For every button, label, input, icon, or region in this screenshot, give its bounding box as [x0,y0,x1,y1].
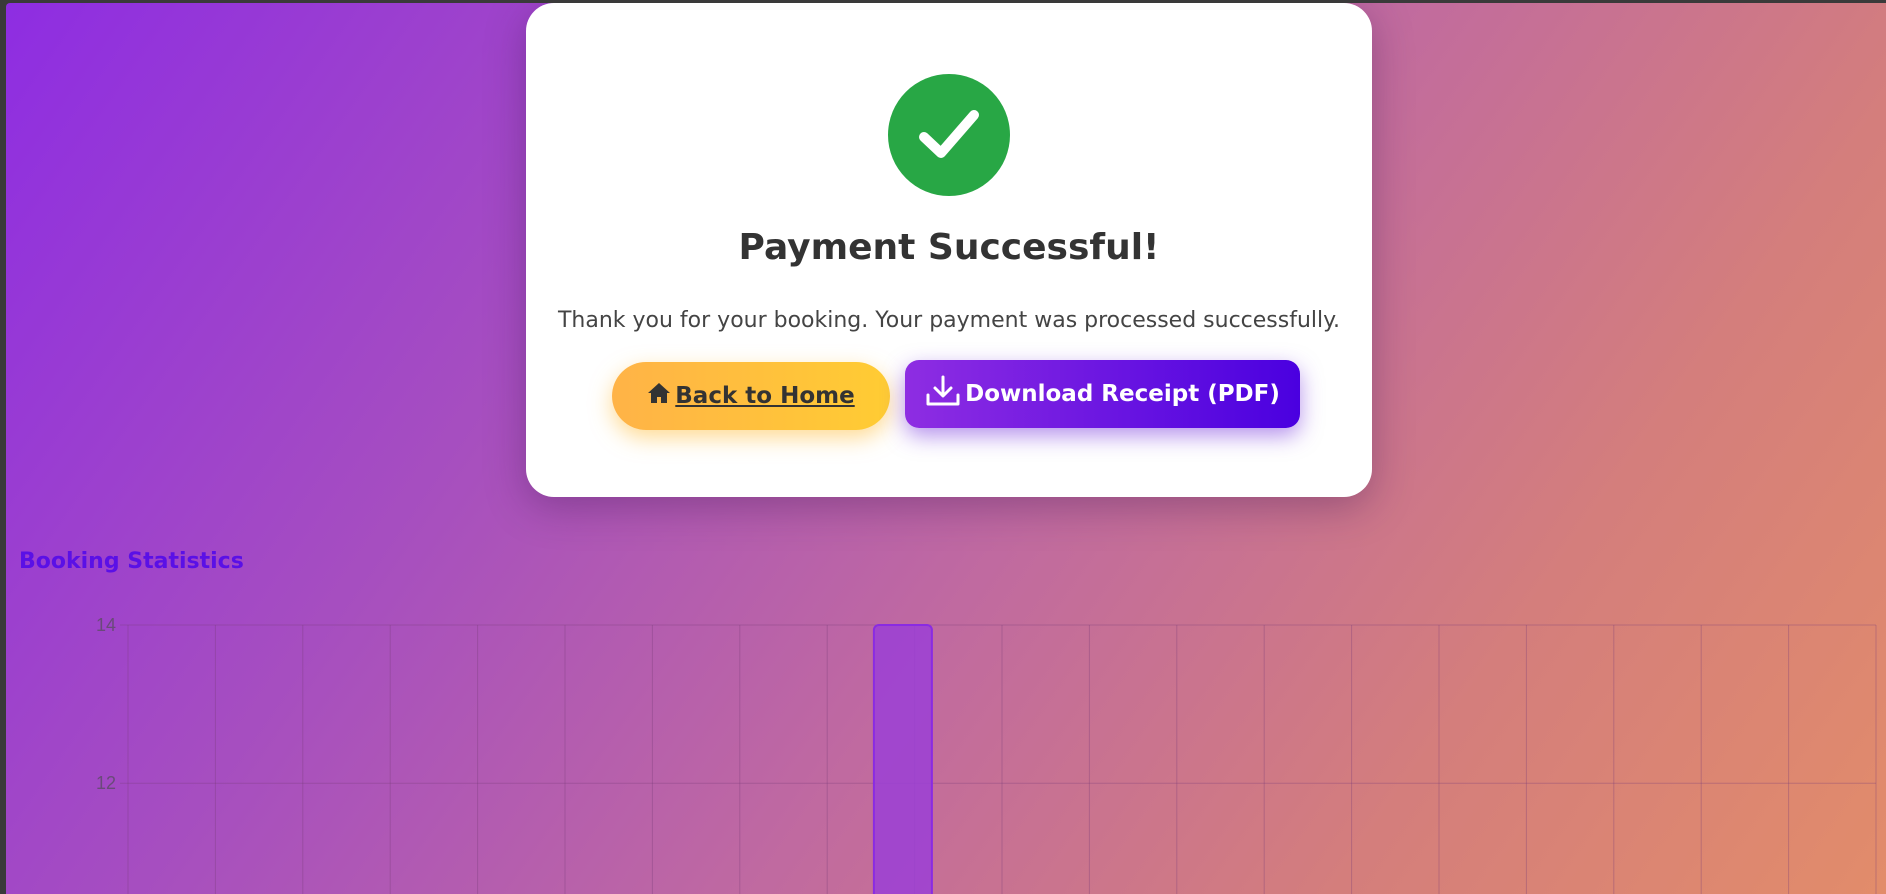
y-tick-label: 12 [96,773,116,793]
download-receipt-label: Download Receipt (PDF) [965,381,1280,407]
booking-statistics-heading: Booking Statistics [19,549,244,574]
download-icon [925,375,961,413]
y-tick-label: 14 [96,615,116,635]
back-to-home-button[interactable]: Back to Home [612,362,890,430]
home-icon [647,382,671,410]
chart-bar [872,624,933,894]
modal-message: Thank you for your booking. Your payment… [557,308,1341,333]
booking-statistics-chart: 14 12 [96,615,1877,894]
check-circle-icon [888,74,1010,196]
payment-success-modal: Payment Successful! Thank you for your b… [526,3,1372,497]
modal-title: Payment Successful! [738,227,1160,268]
page-background: Payment Successful! Thank you for your b… [6,3,1886,894]
download-receipt-button[interactable]: Download Receipt (PDF) [905,360,1300,428]
back-to-home-label: Back to Home [675,383,855,409]
